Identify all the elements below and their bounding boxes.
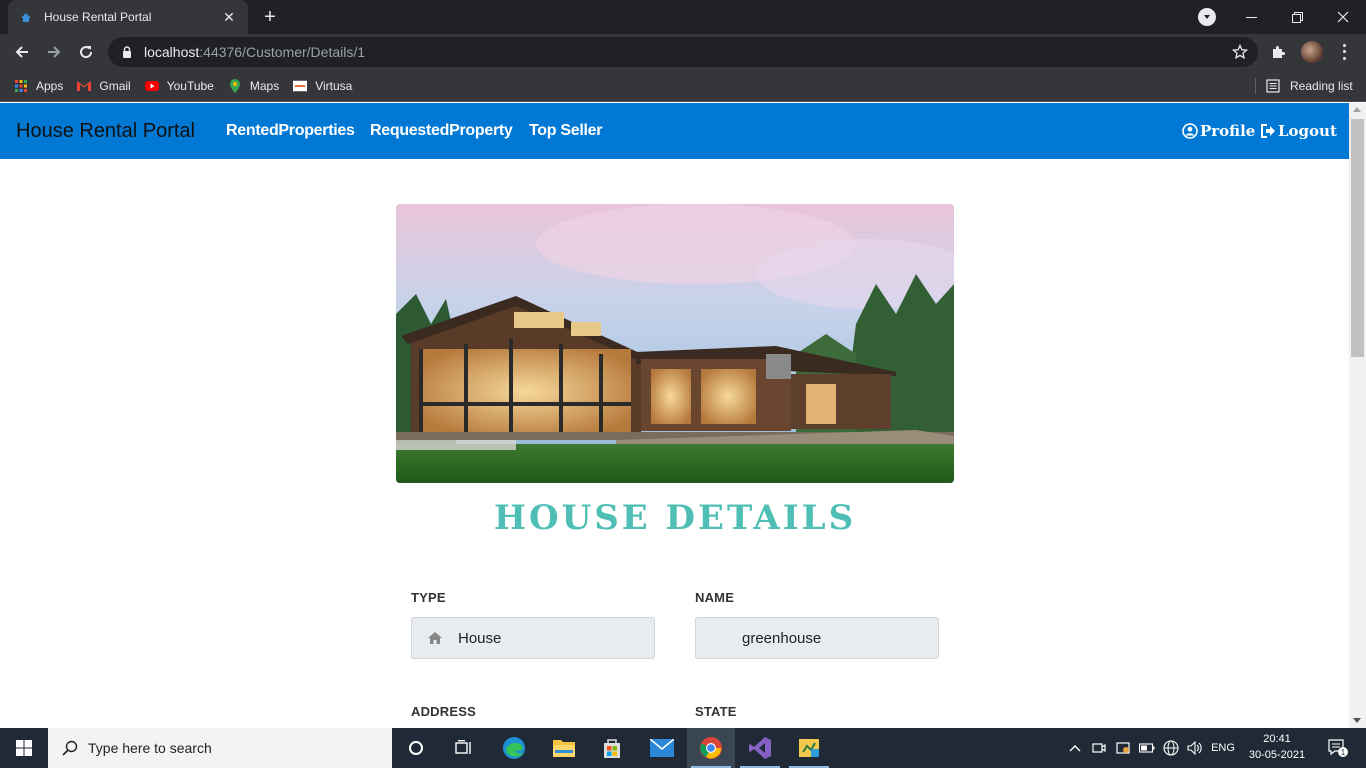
bookmark-label: Maps bbox=[249, 78, 280, 93]
bookmark-youtube[interactable]: YouTube bbox=[144, 78, 214, 93]
nav-logout[interactable]: Logout bbox=[1260, 122, 1337, 140]
chrome-menu-icon[interactable] bbox=[1336, 42, 1352, 62]
nav-profile-label: Profile bbox=[1200, 122, 1256, 140]
mail-icon[interactable] bbox=[638, 728, 686, 768]
microsoft-store-icon[interactable] bbox=[588, 728, 636, 768]
home-icon bbox=[412, 632, 458, 644]
bookmark-maps[interactable]: Maps bbox=[228, 78, 280, 93]
task-view-icon[interactable] bbox=[440, 728, 488, 768]
bookmark-star-icon[interactable] bbox=[1230, 42, 1250, 62]
clock-time: 20:41 bbox=[1263, 733, 1291, 745]
nav-profile[interactable]: Profile bbox=[1182, 122, 1255, 140]
close-window-button[interactable] bbox=[1320, 0, 1366, 34]
type-value: House bbox=[458, 629, 502, 647]
url-path: :44376/Customer/Details/1 bbox=[199, 44, 366, 60]
cortana-icon[interactable] bbox=[392, 728, 440, 768]
field-label-address: ADDRESS bbox=[411, 704, 476, 719]
battery-icon[interactable] bbox=[1136, 728, 1158, 768]
virtusa-icon bbox=[293, 79, 308, 93]
field-label-type: TYPE bbox=[411, 590, 446, 605]
visual-studio-icon[interactable] bbox=[736, 728, 784, 768]
windows-start-button[interactable] bbox=[0, 728, 48, 768]
logout-icon bbox=[1261, 124, 1275, 138]
tab-search-button[interactable] bbox=[1198, 8, 1216, 26]
nav-requested-property[interactable]: RequestedProperty bbox=[370, 122, 513, 140]
clock-date: 30-05-2021 bbox=[1248, 749, 1306, 761]
edge-icon[interactable] bbox=[490, 728, 538, 768]
page-viewport: House Rental Portal RentedProperties Req… bbox=[0, 103, 1349, 728]
bookmark-label: Virtusa bbox=[315, 78, 353, 93]
gmail-icon bbox=[77, 79, 92, 93]
new-tab-button[interactable]: + bbox=[258, 5, 282, 29]
nav-rented-properties[interactable]: RentedProperties bbox=[226, 122, 355, 140]
reading-list-label: Reading list bbox=[1290, 79, 1353, 93]
extensions-puzzle-icon[interactable] bbox=[1268, 42, 1288, 62]
bookmark-label: Apps bbox=[36, 78, 64, 93]
minimize-button[interactable] bbox=[1228, 0, 1274, 34]
scrollbar-thumb[interactable] bbox=[1351, 119, 1364, 357]
bookmark-apps[interactable]: Apps bbox=[14, 79, 63, 93]
youtube-icon bbox=[144, 79, 159, 93]
code-app-icon[interactable] bbox=[785, 728, 833, 768]
house-favicon-icon bbox=[18, 9, 34, 25]
page-scrollbar[interactable] bbox=[1349, 103, 1366, 728]
apps-grid-icon bbox=[14, 79, 28, 93]
bookmark-label: Gmail bbox=[99, 78, 131, 93]
field-label-state: STATE bbox=[695, 704, 737, 719]
field-label-name: NAME bbox=[695, 590, 735, 605]
close-tab-icon[interactable]: ✕ bbox=[220, 9, 238, 26]
onedrive-sync-icon[interactable] bbox=[1112, 728, 1134, 768]
url-host: localhost bbox=[144, 44, 200, 60]
browser-tab-strip: House Rental Portal ✕ + bbox=[0, 0, 1366, 34]
search-placeholder: Type here to search bbox=[88, 740, 212, 756]
bookmark-label: YouTube bbox=[166, 78, 214, 93]
reading-list-button[interactable]: Reading list bbox=[1266, 70, 1353, 102]
forward-button[interactable] bbox=[40, 38, 68, 66]
scroll-up-arrow-icon[interactable] bbox=[1353, 107, 1361, 112]
house-photo bbox=[396, 204, 954, 483]
type-field[interactable]: House bbox=[411, 617, 655, 659]
back-button[interactable] bbox=[8, 38, 36, 66]
site-brand[interactable]: House Rental Portal bbox=[16, 120, 195, 143]
name-value: greenhouse bbox=[742, 629, 822, 647]
file-explorer-icon[interactable] bbox=[540, 728, 588, 768]
bookmark-separator bbox=[1255, 78, 1256, 94]
action-center-icon[interactable]: 1 bbox=[1318, 728, 1358, 768]
address-bar[interactable]: localhost:44376/Customer/Details/1 bbox=[108, 37, 1258, 67]
search-icon bbox=[62, 740, 78, 756]
meet-now-icon[interactable] bbox=[1088, 728, 1110, 768]
taskbar-search-box[interactable]: Type here to search bbox=[48, 728, 392, 768]
volume-icon[interactable] bbox=[1184, 728, 1206, 768]
profile-avatar[interactable] bbox=[1301, 41, 1323, 63]
nav-top-seller[interactable]: Top Seller bbox=[529, 122, 602, 140]
user-circle-icon bbox=[1182, 123, 1198, 139]
bookmark-gmail[interactable]: Gmail bbox=[77, 78, 131, 93]
restore-button[interactable] bbox=[1274, 0, 1320, 34]
chrome-taskbar-icon[interactable] bbox=[687, 728, 735, 768]
house-details-heading: HOUSE DETAILS bbox=[493, 498, 857, 538]
notification-count: 1 bbox=[1341, 748, 1346, 757]
site-navbar: House Rental Portal RentedProperties Req… bbox=[0, 103, 1349, 159]
windows-logo-icon bbox=[16, 740, 32, 756]
maps-pin-icon bbox=[228, 78, 242, 93]
bookmark-virtusa[interactable]: Virtusa bbox=[293, 79, 352, 93]
browser-tab[interactable]: House Rental Portal ✕ bbox=[8, 0, 248, 34]
tab-title: House Rental Portal bbox=[44, 10, 152, 24]
reading-list-icon bbox=[1266, 79, 1280, 93]
taskbar-clock[interactable]: 20:41 30-05-2021 bbox=[1242, 731, 1312, 763]
scroll-down-arrow-icon[interactable] bbox=[1353, 718, 1361, 723]
lock-icon[interactable] bbox=[120, 45, 134, 59]
show-hidden-icons[interactable] bbox=[1064, 728, 1086, 768]
nav-logout-label: Logout bbox=[1278, 122, 1337, 140]
language-indicator[interactable]: ENG bbox=[1208, 728, 1238, 768]
name-field[interactable]: greenhouse bbox=[695, 617, 939, 659]
browser-toolbar: localhost:44376/Customer/Details/1 bbox=[0, 34, 1366, 70]
windows-taskbar: Type here to search ENG 20:41 30-05-2021… bbox=[0, 728, 1366, 768]
reload-button[interactable] bbox=[72, 38, 100, 66]
bookmarks-bar: Apps Gmail YouTube Maps Virtusa Reading … bbox=[0, 70, 1366, 102]
network-globe-icon[interactable] bbox=[1160, 728, 1182, 768]
